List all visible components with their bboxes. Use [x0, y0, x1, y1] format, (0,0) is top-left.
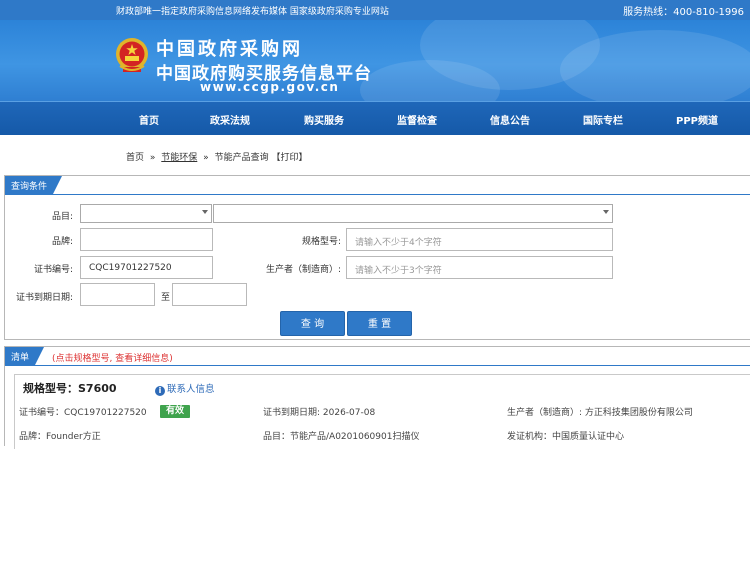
expiry-end-input[interactable] — [172, 283, 247, 306]
model-input[interactable]: 请输入不少于4个字符 — [346, 228, 613, 251]
top-notice-bar: 财政部唯一指定政府采购信息网络发布媒体 国家级政府采购专业网站 服务热线：400… — [0, 0, 750, 20]
divider — [5, 365, 750, 366]
issuer-value: 发证机构：中国质量认证中心 — [507, 432, 625, 442]
breadcrumb-category[interactable]: 节能环保 — [161, 153, 197, 163]
manufacturer-input[interactable]: 请输入不少于3个字符 — [346, 256, 613, 279]
cert-no-label: 证书编号: — [33, 265, 73, 275]
search-button[interactable]: 查 询 — [280, 311, 345, 336]
nav-item-international[interactable]: 国际专栏 — [583, 112, 623, 127]
service-hotline: 服务热线：400-810-1996 — [623, 7, 744, 18]
breadcrumb-separator: » — [203, 153, 209, 163]
status-badge: 有效 — [160, 405, 190, 418]
nav-item-regulations[interactable]: 政采法规 — [210, 112, 250, 127]
nav-item-supervision[interactable]: 监督检查 — [397, 112, 437, 127]
nav-item-services[interactable]: 购买服务 — [304, 112, 344, 127]
contact-info-label: 联系人信息 — [167, 384, 215, 395]
manufacturer-value: 生产者（制造商）: 方正科技集团股份有限公司 — [507, 408, 693, 418]
breadcrumb: 首页 » 节能环保 » 节能产品查询 【打印】 — [126, 150, 307, 163]
divider — [5, 194, 750, 195]
cert-no-input[interactable]: CQC19701227520 — [80, 256, 213, 279]
result-card: 规格型号：S7600 i 联系人信息 证书编号：CQC19701227520 有效… — [14, 374, 750, 449]
manufacturer-label: 生产者（制造商）: — [265, 265, 341, 275]
contact-info-link[interactable]: i 联系人信息 — [155, 381, 215, 396]
expiry-value: 证书到期日期: 2026-07-08 — [263, 408, 376, 418]
brand-title: 中国政府采购网 — [156, 39, 303, 60]
brand-url: www.ccgp.gov.cn — [200, 80, 340, 94]
nav-item-ppp[interactable]: PPP频道 — [676, 112, 718, 127]
brand-input[interactable] — [80, 228, 213, 251]
breadcrumb-home[interactable]: 首页 — [126, 153, 144, 163]
query-panel: 查询条件 品目: 品牌: 规格型号: 请输入不少于4个字符 证书编号: CQC1… — [4, 175, 750, 340]
brand-label: 品牌: — [51, 237, 73, 247]
cert-no-value: 证书编号：CQC19701227520 — [19, 408, 147, 418]
category-select-secondary[interactable] — [213, 204, 613, 223]
result-panel: 清单 (点击规格型号, 查看详细信息) 规格型号：S7600 i 联系人信息 证书… — [4, 346, 750, 449]
chevron-down-icon — [603, 210, 609, 214]
breadcrumb-current: 节能产品查询 — [214, 153, 269, 163]
expiry-start-input[interactable] — [80, 283, 155, 306]
national-emblem-icon — [116, 38, 148, 72]
brand-value: 品牌：Founder方正 — [19, 432, 101, 442]
nav-item-announcements[interactable]: 信息公告 — [490, 112, 530, 127]
category-label: 品目: — [51, 212, 73, 222]
breadcrumb-separator: » — [149, 153, 156, 163]
main-nav: 首页 政采法规 购买服务 监督检查 信息公告 国际专栏 PPP频道 — [0, 101, 750, 135]
expiry-range-separator: 至 — [160, 293, 170, 303]
chevron-down-icon — [202, 210, 208, 214]
site-banner: 中国政府采购网 中国政府购买服务信息平台 www.ccgp.gov.cn — [0, 20, 750, 101]
model-label: 规格型号: — [301, 237, 341, 247]
query-panel-title: 查询条件 — [5, 176, 63, 194]
result-hint: (点击规格型号, 查看详细信息) — [52, 354, 173, 364]
site-notice: 财政部唯一指定政府采购信息网络发布媒体 国家级政府采购专业网站 — [116, 7, 389, 17]
result-panel-title: 清单 — [5, 347, 45, 365]
category-select-primary[interactable] — [80, 204, 212, 223]
expiry-label: 证书到期日期: — [15, 293, 73, 303]
product-model-link[interactable]: 规格型号：S7600 — [23, 380, 117, 396]
info-icon: i — [155, 386, 165, 396]
nav-item-home[interactable]: 首页 — [139, 112, 159, 127]
reset-button[interactable]: 重 置 — [347, 311, 412, 336]
category-value: 品目：节能产品/A0201060901扫描仪 — [263, 432, 420, 442]
print-link[interactable]: 【打印】 — [271, 153, 307, 163]
